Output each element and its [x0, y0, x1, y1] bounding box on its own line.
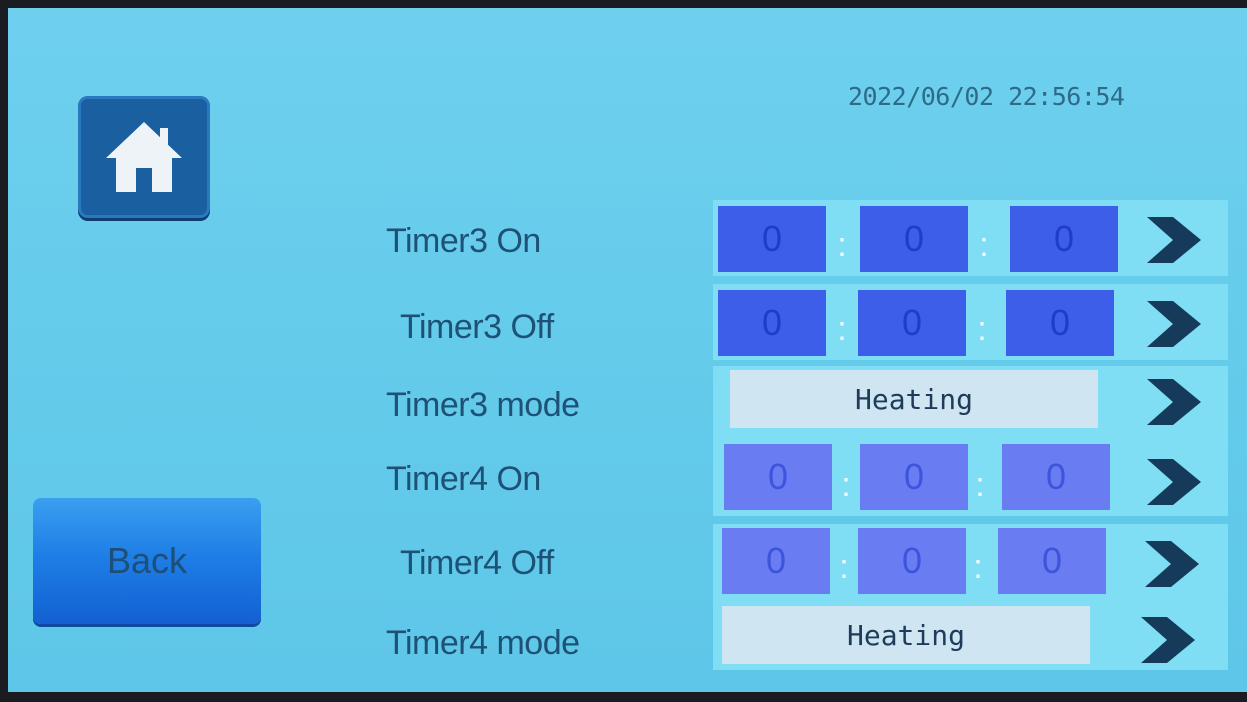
timer4-off-second-field[interactable]: 0 — [998, 528, 1106, 594]
datetime-display: 2022/06/02 22:56:54 — [848, 82, 1125, 111]
timer3-mode-next-button[interactable] — [1142, 374, 1206, 430]
colon-separator: : — [975, 466, 985, 504]
timer4-on-second-field[interactable]: 0 — [1002, 444, 1110, 510]
timer3-on-label: Timer3 On — [386, 222, 541, 260]
back-button[interactable]: Back — [33, 498, 261, 624]
timer3-on-hour-field[interactable]: 0 — [718, 206, 826, 272]
timer4-on-label: Timer4 On — [386, 460, 541, 498]
timer4-off-next-button[interactable] — [1140, 536, 1204, 592]
chevron-right-icon — [1147, 459, 1201, 505]
timer3-on-next-button[interactable] — [1142, 212, 1206, 268]
timer3-on-second-field[interactable]: 0 — [1010, 206, 1118, 272]
colon-separator: : — [837, 310, 847, 348]
timer4-on-hour-field[interactable]: 0 — [724, 444, 832, 510]
timer3-off-minute-field[interactable]: 0 — [858, 290, 966, 356]
home-button[interactable] — [78, 96, 210, 218]
timer4-on-minute-field[interactable]: 0 — [860, 444, 968, 510]
timer4-off-label: Timer4 Off — [400, 544, 554, 582]
chevron-right-icon — [1147, 301, 1201, 347]
chevron-right-icon — [1147, 217, 1201, 263]
timer3-off-next-button[interactable] — [1142, 296, 1206, 352]
colon-separator: : — [977, 310, 987, 348]
timer4-on-next-button[interactable] — [1142, 454, 1206, 510]
colon-separator: : — [979, 226, 989, 264]
home-icon — [106, 122, 182, 192]
timer4-off-hour-field[interactable]: 0 — [722, 528, 830, 594]
hmi-screen: 2022/06/02 22:56:54 Back Timer3 On 0 : 0… — [8, 8, 1247, 692]
timer4-off-minute-field[interactable]: 0 — [858, 528, 966, 594]
timer3-mode-label: Timer3 mode — [386, 386, 580, 424]
timer4-mode-next-button[interactable] — [1136, 612, 1200, 668]
timer4-mode-select[interactable]: Heating — [722, 606, 1090, 664]
chevron-right-icon — [1147, 379, 1201, 425]
colon-separator: : — [839, 548, 849, 586]
chevron-right-icon — [1145, 541, 1199, 587]
back-button-label: Back — [106, 540, 188, 581]
chevron-right-icon — [1141, 617, 1195, 663]
colon-separator: : — [837, 226, 847, 264]
timer3-on-minute-field[interactable]: 0 — [860, 206, 968, 272]
timer3-off-second-field[interactable]: 0 — [1006, 290, 1114, 356]
timer3-mode-select[interactable]: Heating — [730, 370, 1098, 428]
colon-separator: : — [973, 548, 983, 586]
timer4-mode-label: Timer4 mode — [386, 624, 580, 662]
timer3-off-label: Timer3 Off — [400, 308, 554, 346]
colon-separator: : — [841, 466, 851, 504]
timer3-off-hour-field[interactable]: 0 — [718, 290, 826, 356]
